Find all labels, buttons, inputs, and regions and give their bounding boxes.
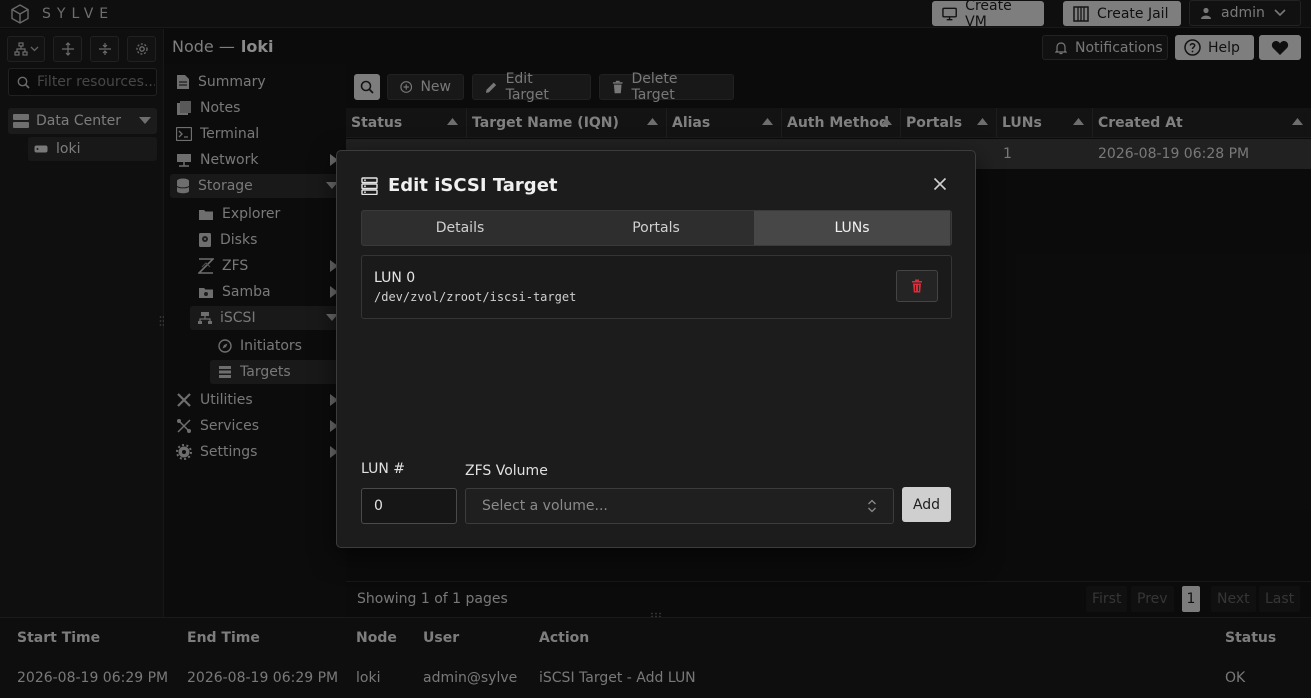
- tab-luns-label: LUNs: [834, 220, 870, 236]
- add-lun-button[interactable]: Add: [902, 487, 951, 522]
- delete-lun-button[interactable]: [896, 270, 938, 302]
- tab-details[interactable]: Details: [362, 211, 558, 245]
- tab-portals[interactable]: Portals: [558, 211, 754, 245]
- lun-number-input[interactable]: [361, 488, 457, 524]
- add-lun-label: Add: [912, 496, 941, 513]
- dialog-title-text: Edit iSCSI Target: [388, 175, 558, 196]
- tab-luns[interactable]: LUNs: [754, 211, 950, 245]
- zfs-volume-select[interactable]: Select a volume...: [465, 488, 894, 524]
- zfs-volume-label: ZFS Volume: [465, 463, 548, 479]
- tab-portals-label: Portals: [632, 220, 680, 236]
- zfs-volume-placeholder: Select a volume...: [482, 498, 608, 514]
- edit-iscsi-target-dialog: Edit iSCSI Target Details Portals LUNs L…: [336, 150, 976, 548]
- chevron-up-down-icon: [868, 499, 876, 513]
- lun-path: /dev/zvol/zroot/iscsi-target: [374, 290, 577, 304]
- tab-details-label: Details: [435, 220, 485, 236]
- server-icon: [361, 176, 378, 195]
- close-button[interactable]: [933, 177, 947, 191]
- trash-icon: [912, 279, 922, 293]
- dialog-tabs: Details Portals LUNs: [361, 210, 952, 246]
- list-item: LUN 0 /dev/zvol/zroot/iscsi-target: [361, 255, 952, 319]
- dialog-title: Edit iSCSI Target: [361, 175, 558, 196]
- lun-name: LUN 0: [374, 270, 416, 286]
- close-icon: [933, 177, 947, 191]
- lun-number-label: LUN #: [361, 461, 406, 477]
